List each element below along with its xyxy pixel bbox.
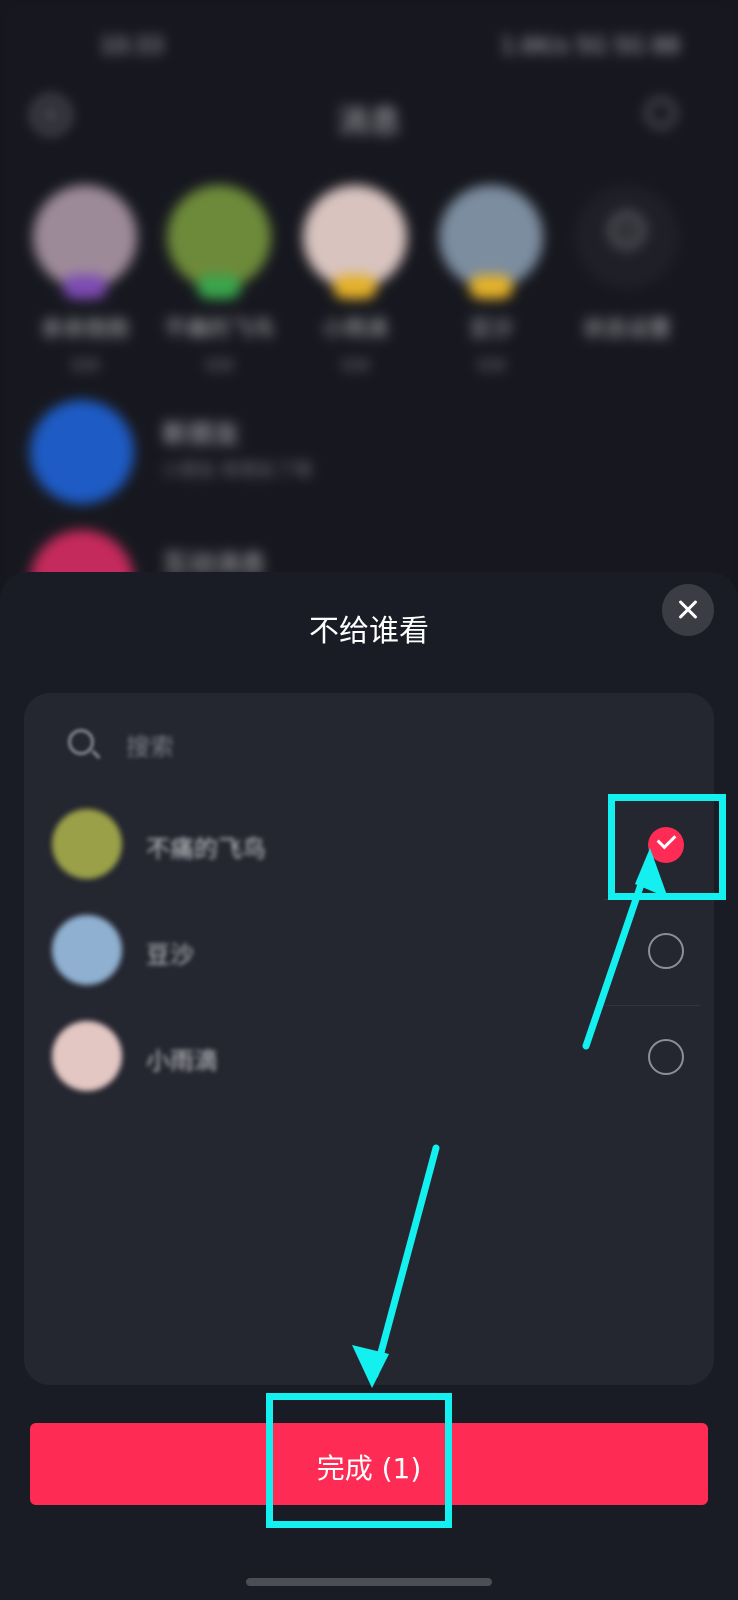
arrow-to-done-line bbox=[371, 1144, 440, 1379]
annotation-arrows bbox=[352, 848, 668, 1388]
